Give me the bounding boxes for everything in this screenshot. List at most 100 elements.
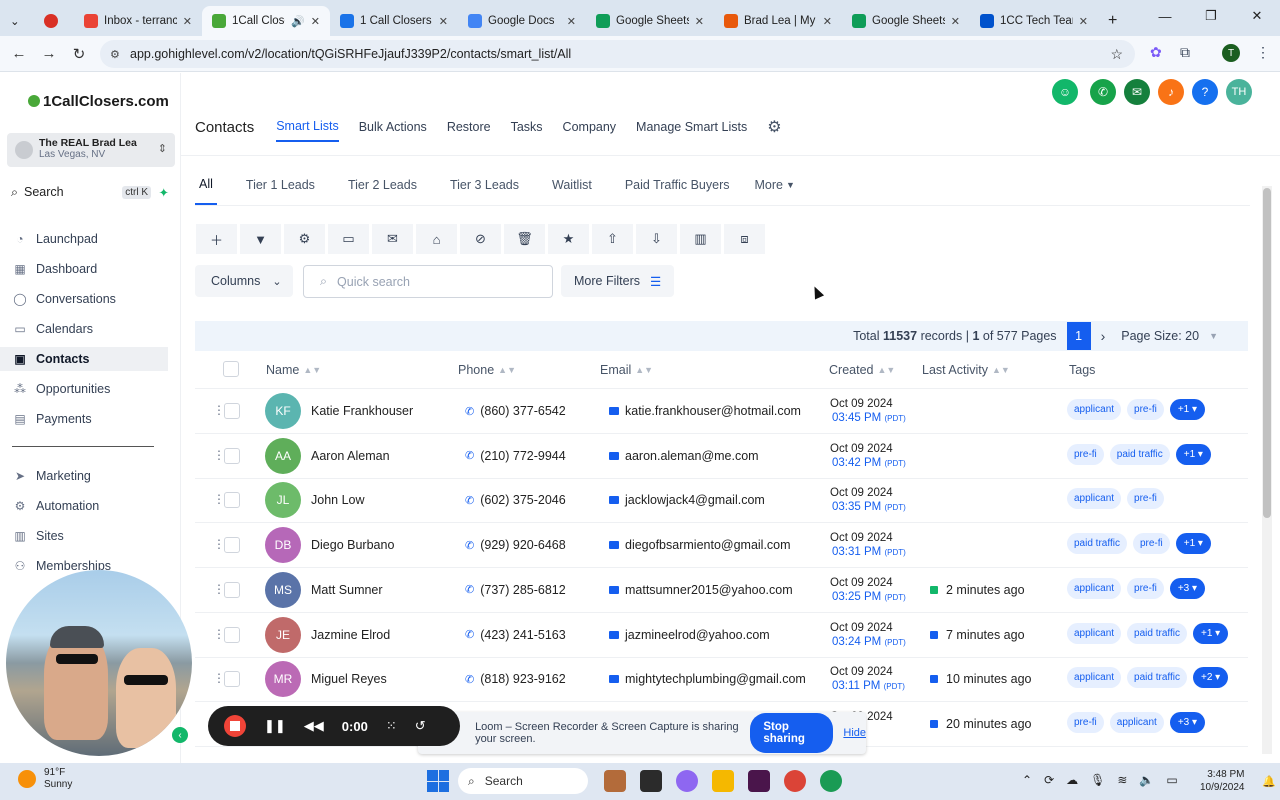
file-explorer-icon[interactable] [712, 770, 734, 792]
drag-handle-icon[interactable]: ⋮ [213, 448, 225, 462]
column-header-email[interactable]: Email ▲▼ [600, 363, 653, 377]
browser-tab[interactable]: Google Sheets ✕ [842, 6, 970, 36]
browser-tab[interactable]: 1CC Tech Team ✕ [970, 6, 1098, 36]
contact-email[interactable]: katie.frankhouser@hotmail.com [609, 404, 801, 418]
table-row[interactable]: ⋮ AA Aaron Aleman ✆ (210) 772-9944 aaron.alem… [195, 434, 1248, 479]
table-row[interactable]: ⋮ JE Jazmine Elrod ✆ (423) 241-5163 jazmineel… [195, 613, 1248, 658]
email-icon[interactable]: ✉ [371, 223, 414, 255]
webcam-bubble[interactable] [6, 570, 192, 756]
contact-name[interactable]: Jazmine Elrod [311, 628, 390, 642]
avatar[interactable]: JL [265, 482, 301, 519]
company-icon[interactable]: ▥ [679, 223, 722, 255]
browser-tab[interactable]: 1 Call Closers - ✕ [330, 6, 458, 36]
sidebar-item-calendars[interactable]: ▭ Calendars [12, 317, 93, 341]
smart-list-tab-all[interactable]: All [195, 165, 217, 205]
avatar[interactable]: MR [265, 661, 301, 698]
tag-chip[interactable]: applicant [1067, 622, 1122, 644]
avatar[interactable]: KF [265, 393, 301, 429]
contact-email[interactable]: mattsumner2015@yahoo.com [609, 583, 793, 597]
help-icon[interactable]: ? [1192, 79, 1218, 105]
maximize-icon[interactable]: ❐ [1188, 0, 1234, 32]
avatar[interactable]: DB [265, 527, 301, 564]
row-checkbox[interactable] [224, 581, 240, 598]
merge-icon[interactable]: ⧈ [723, 223, 766, 255]
filter-icon[interactable]: ▼ [239, 223, 282, 255]
taskbar-search[interactable]: ⌕ Search [458, 768, 588, 794]
phone-icon[interactable]: ✆ [1090, 79, 1116, 105]
page-scrollbar[interactable] [1262, 186, 1272, 754]
tab-restore[interactable]: Restore [447, 112, 491, 142]
column-header-phone[interactable]: Phone ▲▼ [458, 363, 516, 377]
star-icon[interactable]: ★ [547, 223, 590, 255]
more-tags-button[interactable]: +1 ▾ [1192, 622, 1229, 644]
cloud-icon[interactable]: ☁ [1066, 773, 1078, 787]
browser-tab-active[interactable]: 1Call Closers 🔊 ✕ [202, 6, 330, 36]
page-size-select[interactable]: Page Size: 20 [1121, 329, 1199, 343]
tag-chip[interactable]: pre-fi [1067, 443, 1104, 465]
tab-bulk-actions[interactable]: Bulk Actions [359, 112, 427, 142]
drag-handle-icon[interactable]: ⋮ [213, 627, 225, 641]
contact-name[interactable]: Miguel Reyes [311, 672, 387, 686]
tag-chip[interactable]: paid traffic [1109, 443, 1170, 465]
bookmark-star-icon[interactable]: ☆ [1110, 46, 1123, 63]
sync-icon[interactable]: ⟳ [1044, 773, 1054, 787]
chrome-icon[interactable] [784, 770, 806, 792]
sms-icon[interactable]: ▭ [327, 223, 370, 255]
avatar[interactable]: AA [265, 437, 301, 474]
hide-link[interactable]: Hide [843, 727, 866, 739]
close-icon[interactable]: ✕ [1079, 15, 1088, 28]
row-checkbox[interactable] [224, 447, 240, 464]
tag-chip[interactable]: pre-fi [1132, 533, 1170, 555]
tag-chip[interactable]: paid traffic [1067, 533, 1127, 555]
contact-name[interactable]: Aaron Aleman [311, 449, 390, 463]
import-icon[interactable]: ⇩ [635, 223, 678, 255]
contact-phone[interactable]: ✆ (737) 285-6812 [465, 583, 566, 597]
more-tags-button[interactable]: +1 ▾ [1175, 533, 1211, 555]
columns-button[interactable]: Columns ⌄ [195, 265, 293, 297]
contact-email[interactable]: aaron.aleman@me.com [609, 449, 759, 463]
tag-chip[interactable]: applicant [1067, 399, 1122, 420]
more-tags-button[interactable]: +3 ▾ [1169, 577, 1206, 599]
close-icon[interactable]: ✕ [183, 15, 192, 28]
windows-start-icon[interactable] [427, 770, 449, 792]
menu-icon[interactable]: ⋮ [1256, 44, 1270, 61]
drag-handle-icon[interactable]: ⋮ [213, 671, 225, 685]
microphone-icon[interactable]: 🎙 [1090, 773, 1105, 787]
contact-email[interactable]: diegofbsarmiento@gmail.com [609, 538, 791, 552]
sidebar-collapse-icon[interactable]: ‹ [172, 727, 188, 743]
table-row[interactable]: ⋮ KF Katie Frankhouser ✆ (860) 377-6542 katie… [195, 389, 1248, 434]
more-tags-button[interactable]: +3 ▾ [1169, 711, 1206, 733]
tag-chip[interactable]: pre-fi [1067, 711, 1104, 733]
contact-phone[interactable]: ✆ (860) 377-6542 [465, 404, 566, 418]
forward-icon[interactable]: → [34, 39, 64, 69]
close-window-icon[interactable]: ✕ [1234, 0, 1280, 32]
contact-phone[interactable]: ✆ (602) 375-2046 [465, 493, 566, 507]
close-icon[interactable]: ✕ [567, 15, 576, 28]
avatar[interactable]: JE [265, 616, 301, 653]
app-icon[interactable] [604, 770, 626, 792]
smart-list-tab[interactable]: Tier 2 Leads [344, 165, 421, 205]
account-switcher[interactable]: The REAL Brad Lea Las Vegas, NV ⇕ [7, 133, 175, 167]
taskview-icon[interactable] [640, 770, 662, 792]
extension-icon[interactable]: ✿ [1150, 44, 1162, 61]
bell-icon[interactable]: ♪ [1158, 79, 1184, 105]
tag-chip[interactable]: applicant [1109, 711, 1164, 733]
close-icon[interactable]: ✕ [951, 15, 960, 28]
sidebar-item-contacts[interactable]: ▣ Contacts [0, 347, 168, 371]
close-icon[interactable]: ✕ [311, 15, 320, 28]
bot-icon[interactable]: ☺ [1052, 79, 1078, 105]
sidebar-item-payments[interactable]: ▤ Payments [12, 407, 91, 431]
tab-tasks[interactable]: Tasks [511, 112, 543, 142]
user-avatar[interactable]: TH [1226, 79, 1252, 105]
browser-tab[interactable]: Inbox - terrance ✕ [74, 6, 202, 36]
sidebar-item-launchpad[interactable]: ◔ Launchpad [12, 227, 98, 251]
tab-list-button[interactable]: ⌄ [0, 6, 34, 36]
logo[interactable]: 1CallClosers.com [28, 93, 169, 110]
tag-chip[interactable]: paid traffic [1127, 667, 1187, 689]
sidebar-search[interactable]: ⌕ Search ctrl K ✦ [7, 181, 175, 203]
contact-email[interactable]: jacklowjack4@gmail.com [609, 493, 765, 507]
pause-icon[interactable]: ❚❚ [264, 718, 286, 734]
row-checkbox[interactable] [224, 492, 240, 509]
wifi-icon[interactable]: ≋ [1117, 773, 1127, 787]
tag-chip[interactable]: applicant [1067, 667, 1122, 689]
